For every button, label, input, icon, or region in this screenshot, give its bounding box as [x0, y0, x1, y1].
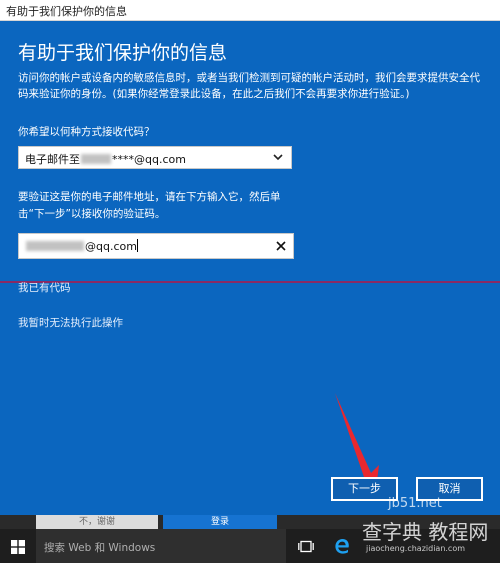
cannot-do-now-link[interactable]: 我暂时无法执行此操作: [18, 315, 123, 330]
select-prefix: 电子邮件至: [25, 153, 80, 166]
security-info-dialog: 有助于我们保护你的信息 访问你的帐户或设备内的敏感信息时，或者当我们检测到可疑的…: [0, 21, 500, 515]
email-input-value: @qq.com: [25, 239, 138, 253]
code-method-value: 电子邮件至 ****@qq.com: [25, 151, 186, 167]
task-view-icon[interactable]: [298, 540, 314, 553]
receive-code-question: 你希望以何种方式接收代码？: [18, 126, 155, 138]
text-caret: [136, 239, 138, 252]
taskbar-search-box[interactable]: 搜索 Web 和 Windows: [36, 529, 286, 563]
redacted-mask: [26, 241, 84, 251]
dialog-description: 访问你的帐户或设备内的敏感信息时，或者当我们检测到可疑的帐户活动时，我们会要求提…: [18, 72, 480, 100]
have-code-link[interactable]: 我已有代码: [18, 280, 71, 295]
email-input-suffix: @qq.com: [85, 240, 137, 253]
email-input[interactable]: @qq.com: [18, 233, 294, 259]
dialog-heading: 有助于我们保护你的信息: [18, 42, 228, 64]
edge-browser-icon[interactable]: [334, 538, 350, 554]
watermark-sitename: 查字典 教程网: [362, 520, 489, 544]
clear-icon[interactable]: [275, 240, 287, 252]
code-method-select[interactable]: 电子邮件至 ****@qq.com: [18, 146, 292, 169]
background-decline-button[interactable]: 不，谢谢: [36, 515, 158, 529]
window-title: 有助于我们保护你的信息: [6, 5, 127, 18]
taskbar-search-placeholder: 搜索 Web 和 Windows: [44, 542, 156, 554]
verify-email-description: 要验证这是你的电子邮件地址，请在下方输入它，然后单击“下一步”以接收你的验证码。: [18, 191, 281, 220]
background-signin-button[interactable]: 登录: [163, 515, 277, 529]
redacted-mask: [81, 154, 111, 164]
windows-start-icon[interactable]: [11, 540, 25, 554]
window-titlebar: 有助于我们保护你的信息: [0, 0, 500, 21]
site-watermark: jb51.net 查字典 教程网 jiaocheng.chazidian.com: [362, 496, 498, 560]
annotation-divider-line: [0, 281, 500, 283]
select-suffix: ****@qq.com: [112, 153, 186, 166]
chevron-down-icon[interactable]: [273, 152, 283, 162]
watermark-domain: jb51.net: [388, 496, 442, 511]
watermark-url: jiaocheng.chazidian.com: [366, 544, 466, 553]
